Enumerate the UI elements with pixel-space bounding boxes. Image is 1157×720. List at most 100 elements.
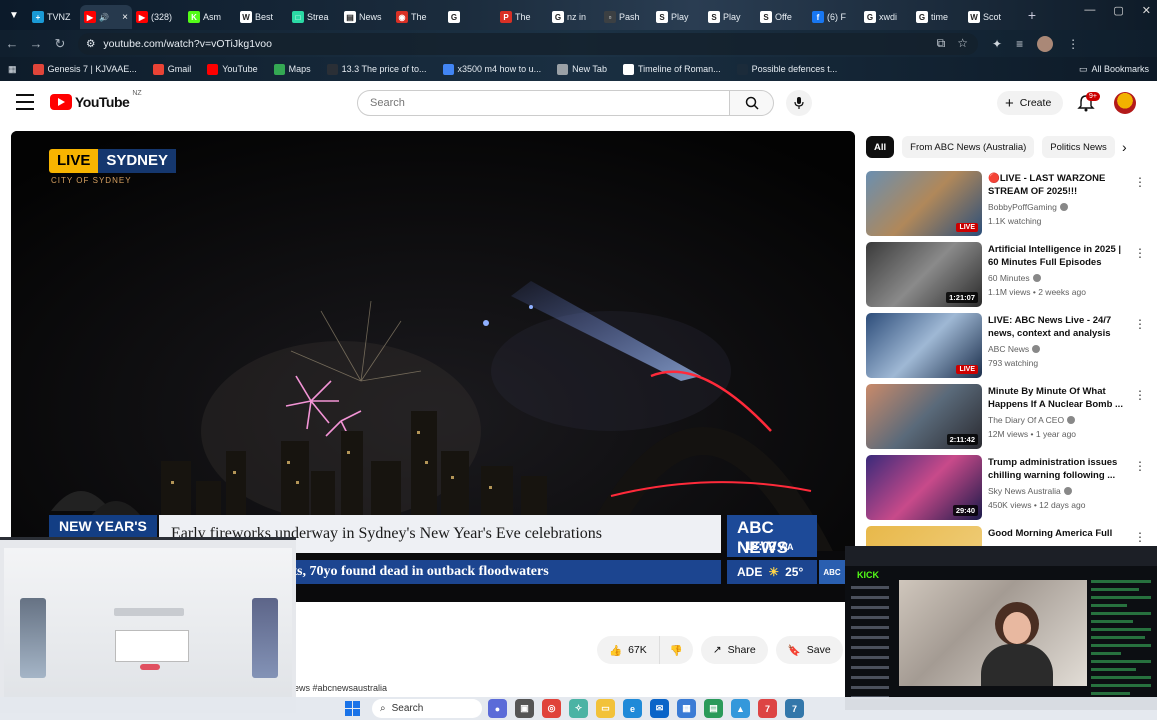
bookmark-star-icon[interactable]: ☆ <box>957 36 968 51</box>
filter-chip[interactable]: All <box>866 136 895 158</box>
more-options-icon[interactable]: ⋮ <box>1134 317 1146 331</box>
voice-search-button[interactable] <box>786 90 812 116</box>
extensions-icon[interactable]: ✦ <box>992 37 1002 51</box>
recommended-video[interactable]: 1:21:07 Artificial Intelligence in 2025 |… <box>866 242 1146 313</box>
more-options-icon[interactable]: ⋮ <box>1134 175 1146 189</box>
create-button[interactable]: + Create <box>997 91 1064 115</box>
reading-list-icon[interactable]: ≡ <box>1016 37 1023 51</box>
overlay-window-shop[interactable] <box>0 537 296 713</box>
channel-name[interactable]: BobbyPoffGaming <box>988 202 1068 212</box>
minimize-icon[interactable]: — <box>1084 4 1095 17</box>
browser-tab[interactable]: □ Strea <box>288 5 340 29</box>
browser-tab[interactable]: W Scot <box>964 5 1016 29</box>
save-button[interactable]: 🔖 Save <box>775 636 843 664</box>
browser-tab[interactable]: G <box>444 5 496 29</box>
tab-close-icon[interactable]: × <box>122 12 128 23</box>
video-player[interactable]: LIVE SYDNEY CITY OF SYDNEY NEW YEAR'S Ea… <box>11 131 855 602</box>
more-options-icon[interactable]: ⋮ <box>1134 246 1146 260</box>
account-avatar[interactable] <box>1114 92 1136 114</box>
app-badge-icon[interactable]: 7 <box>785 699 804 718</box>
bookmark-item[interactable]: x3500 m4 how to u... <box>435 63 550 75</box>
browser-tab[interactable]: ▤ News <box>340 5 392 29</box>
chevron-right-icon[interactable]: › <box>1122 139 1127 155</box>
video-title[interactable]: Minute By Minute Of What Happens If A Nu… <box>988 385 1128 411</box>
taskbar-search[interactable]: ⌕ Search <box>372 699 482 718</box>
app-badge-icon[interactable]: 7 <box>758 699 777 718</box>
search-button[interactable] <box>730 90 774 116</box>
browser-tab[interactable]: S Play <box>652 5 704 29</box>
windows-start-icon[interactable] <box>345 701 360 716</box>
address-bar[interactable]: ⚙ youtube.com/watch?v=vOTiJkg1voo ⧉ ☆ <box>78 32 978 55</box>
search-input[interactable] <box>357 90 730 116</box>
bookmark-item[interactable]: New Tab <box>549 63 615 75</box>
file-explorer-icon[interactable]: ▭ <box>596 699 615 718</box>
bookmark-item[interactable]: Timeline of Roman... <box>615 63 729 75</box>
bookmark-item[interactable]: Genesis 7 | KJVAAE... <box>25 63 145 75</box>
edge-icon[interactable]: e <box>623 699 642 718</box>
like-button[interactable]: 👍 67K <box>597 636 660 664</box>
dislike-button[interactable]: 👎 <box>659 636 693 664</box>
install-app-icon[interactable]: ⧉ <box>937 36 946 51</box>
menu-icon[interactable] <box>16 94 34 110</box>
site-info-icon[interactable]: ⚙ <box>86 38 95 50</box>
video-title[interactable]: 🔴LIVE - LAST WARZONE STREAM OF 2025!!! <box>988 172 1128 198</box>
browser-tab[interactable]: Gnz in <box>548 5 600 29</box>
chrome-icon[interactable]: ◎ <box>542 699 561 718</box>
maximize-icon[interactable]: ▢ <box>1113 4 1123 17</box>
video-thumbnail[interactable]: LIVE <box>866 313 982 378</box>
reload-icon[interactable]: ↻ <box>48 32 72 56</box>
more-options-icon[interactable]: ⋮ <box>1134 388 1146 402</box>
browser-tab[interactable]: f (6) F <box>808 5 860 29</box>
bookmark-item[interactable]: YouTube <box>199 63 265 75</box>
video-title[interactable]: LIVE: ABC News Live - 24/7 news, context… <box>988 314 1128 340</box>
share-button[interactable]: ↗ Share <box>700 636 768 664</box>
recommended-video[interactable]: LIVE LIVE: ABC News Live - 24/7 news, con… <box>866 313 1146 384</box>
filter-chip[interactable]: From ABC News (Australia) <box>902 136 1035 158</box>
channel-name[interactable]: ABC News <box>988 344 1041 354</box>
chrome-menu-icon[interactable]: ⋮ <box>1067 37 1079 51</box>
browser-tab[interactable]: S Play <box>704 5 756 29</box>
tab-audio-icon[interactable]: 🔊 <box>99 13 109 22</box>
close-window-icon[interactable]: ✕ <box>1142 4 1151 17</box>
video-title[interactable]: Good Morning America Full <box>988 527 1128 540</box>
bookmark-item[interactable]: Possible defences t... <box>729 63 846 75</box>
tab-search-icon[interactable]: ▼ <box>0 0 28 30</box>
browser-tab[interactable]: S Offe <box>756 5 808 29</box>
dialog-popup[interactable] <box>115 630 189 662</box>
browser-tab[interactable]: + TVNZ <box>28 5 80 29</box>
bookmark-item[interactable]: Gmail <box>145 63 200 75</box>
browser-tab[interactable]: Gxwdi <box>860 5 912 29</box>
browser-tab[interactable]: W Best <box>236 5 288 29</box>
forward-icon[interactable]: → <box>24 32 48 56</box>
store-icon[interactable]: ▦ <box>677 699 696 718</box>
recommended-video[interactable]: LIVE 🔴LIVE - LAST WARZONE STREAM OF 2025!… <box>866 171 1146 242</box>
video-thumbnail[interactable]: 1:21:07 <box>866 242 982 307</box>
channel-name[interactable]: The Diary Of A CEO <box>988 415 1076 425</box>
profile-avatar[interactable] <box>1037 35 1054 52</box>
channel-name[interactable]: Sky News Australia <box>988 486 1072 496</box>
all-bookmarks-button[interactable]: ▭ All Bookmarks <box>1079 64 1157 75</box>
task-view-icon[interactable]: ▣ <box>515 699 534 718</box>
bookmark-item[interactable]: 13.3 The price of to... <box>319 63 435 75</box>
dialog-button[interactable] <box>140 664 160 670</box>
channel-name[interactable]: 60 Minutes <box>988 273 1041 283</box>
video-title[interactable]: Trump administration issues chilling war… <box>988 456 1128 482</box>
copilot-icon[interactable]: ✧ <box>569 699 588 718</box>
video-thumbnail[interactable]: LIVE <box>866 171 982 236</box>
overlay-window-stream[interactable]: KICK <box>845 546 1157 710</box>
back-icon[interactable]: ← <box>0 32 24 56</box>
browser-tab[interactable]: Gtime <box>912 5 964 29</box>
photos-icon[interactable]: ▲ <box>731 699 750 718</box>
new-tab-button[interactable]: + <box>1022 5 1042 25</box>
video-title[interactable]: Artificial Intelligence in 2025 | 60 Min… <box>988 243 1128 269</box>
browser-tab[interactable]: ◉ The <box>392 5 444 29</box>
youtube-logo[interactable]: YouTube NZ <box>50 90 142 110</box>
video-thumbnail[interactable]: 29:40 <box>866 455 982 520</box>
filter-chip[interactable]: Politics News <box>1042 136 1115 158</box>
more-options-icon[interactable]: ⋮ <box>1134 530 1146 544</box>
apps-grid-icon[interactable]: ▦ <box>0 64 25 75</box>
more-options-icon[interactable]: ⋮ <box>1134 459 1146 473</box>
browser-tab[interactable]: ▶ 🔊 × <box>80 5 132 29</box>
browser-tab[interactable]: ▫ Pash <box>600 5 652 29</box>
browser-tab[interactable]: P The <box>496 5 548 29</box>
